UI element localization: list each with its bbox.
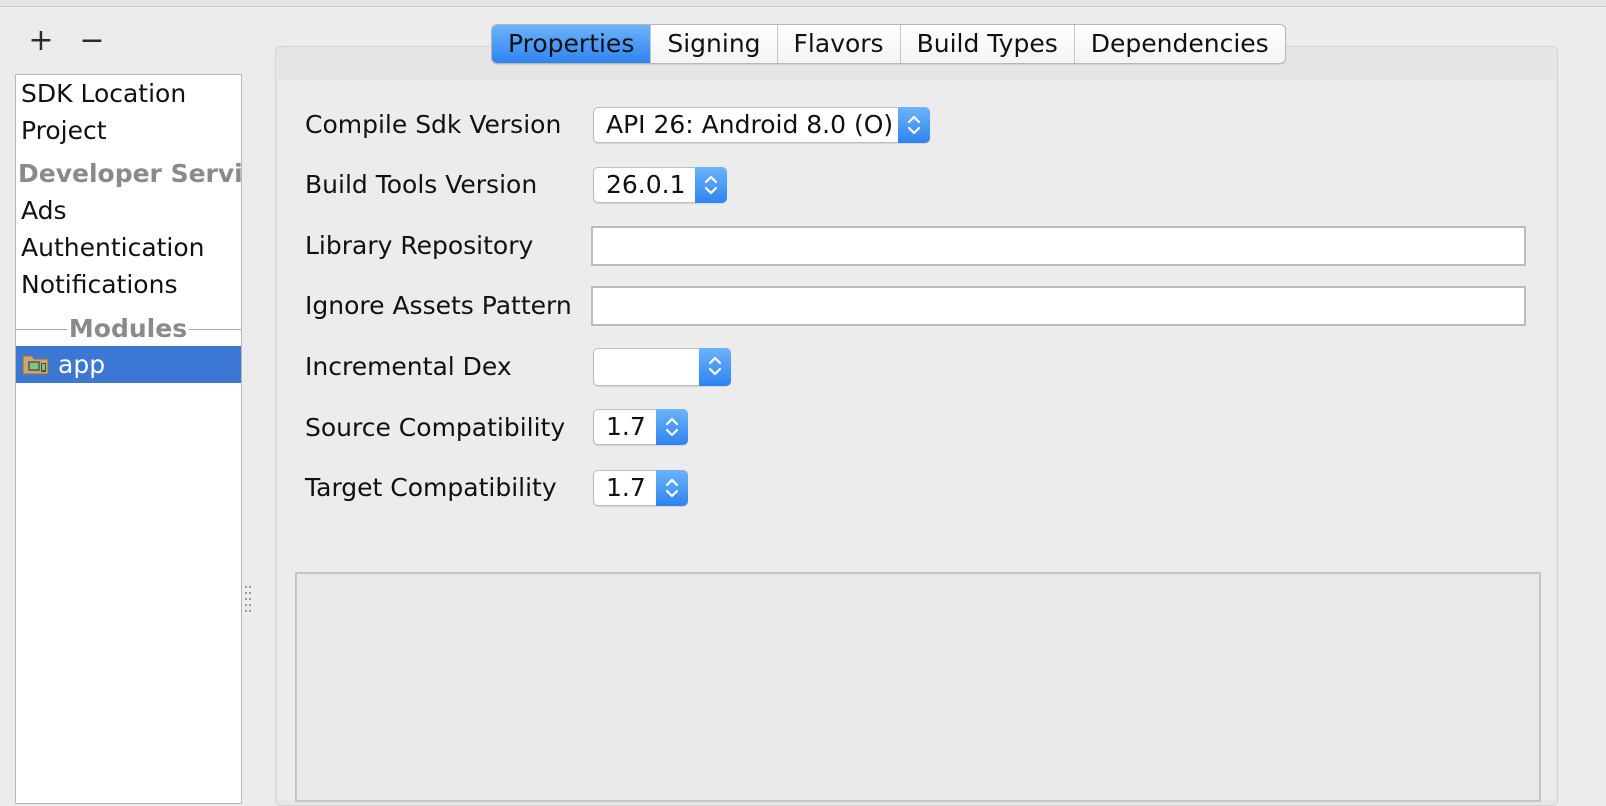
tab-bar: Properties Signing Flavors Build Types D… (491, 24, 1286, 64)
build-tools-value: 26.0.1 (606, 170, 686, 199)
description-area (295, 572, 1541, 802)
compile-sdk-stepper[interactable] (898, 107, 930, 143)
sidebar-item-sdk-location[interactable]: SDK Location (16, 75, 241, 112)
separator-rule-right (189, 329, 241, 330)
target-compat-select[interactable]: 1.7 (593, 470, 688, 506)
module-folder-icon (22, 355, 49, 375)
library-repository-field[interactable] (591, 226, 1526, 266)
source-compat-select[interactable]: 1.7 (593, 409, 688, 445)
splitter-handle[interactable] (244, 584, 252, 614)
window-top-border (0, 0, 1606, 7)
sidebar-item-authentication[interactable]: Authentication (16, 229, 241, 266)
compile-sdk-value: API 26: Android 8.0 (O) (606, 110, 894, 139)
build-tools-label: Build Tools Version (305, 170, 538, 199)
separator-rule-left (16, 329, 67, 330)
updown-chevron-icon (704, 175, 718, 195)
build-tools-select[interactable]: 26.0.1 (593, 167, 727, 203)
add-button[interactable]: + (28, 26, 54, 60)
ignore-assets-label: Ignore Assets Pattern (305, 291, 572, 320)
updown-chevron-icon (665, 417, 679, 437)
compile-sdk-select[interactable]: API 26: Android 8.0 (O) (593, 107, 930, 143)
target-compat-stepper[interactable] (656, 470, 688, 506)
tab-flavors[interactable]: Flavors (776, 25, 900, 63)
sidebar-item-app[interactable]: app (16, 346, 241, 383)
tab-signing[interactable]: Signing (650, 25, 777, 63)
incremental-dex-label: Incremental Dex (305, 352, 512, 381)
sidebar-list: SDK Location Project Developer Servi... … (15, 74, 242, 804)
ignore-assets-field[interactable] (591, 286, 1526, 326)
sidebar-item-project[interactable]: Project (16, 112, 241, 149)
remove-button[interactable]: − (79, 26, 105, 60)
sidebar-item-app-label: app (58, 350, 106, 379)
target-compat-label: Target Compatibility (305, 473, 557, 502)
modules-header: Modules (68, 314, 188, 343)
updown-chevron-icon (665, 478, 679, 498)
sidebar-item-notifications[interactable]: Notifications (16, 266, 241, 303)
updown-chevron-icon (907, 115, 921, 135)
tab-dependencies[interactable]: Dependencies (1073, 25, 1285, 63)
updown-chevron-icon (708, 356, 722, 376)
tab-build-types[interactable]: Build Types (899, 25, 1074, 63)
modules-separator: Modules (16, 311, 241, 347)
incremental-dex-stepper[interactable] (699, 348, 731, 386)
sidebar-item-ads[interactable]: Ads (16, 192, 241, 229)
source-compat-value: 1.7 (606, 412, 646, 441)
source-compat-label: Source Compatibility (305, 413, 566, 442)
sidebar-header-developer-services: Developer Servi... (18, 159, 241, 188)
build-tools-stepper[interactable] (695, 167, 727, 203)
tab-properties[interactable]: Properties (492, 25, 651, 63)
source-compat-stepper[interactable] (656, 409, 688, 445)
compile-sdk-label: Compile Sdk Version (305, 110, 562, 139)
target-compat-value: 1.7 (606, 473, 646, 502)
incremental-dex-select[interactable] (593, 348, 731, 386)
library-repository-label: Library Repository (305, 231, 534, 260)
